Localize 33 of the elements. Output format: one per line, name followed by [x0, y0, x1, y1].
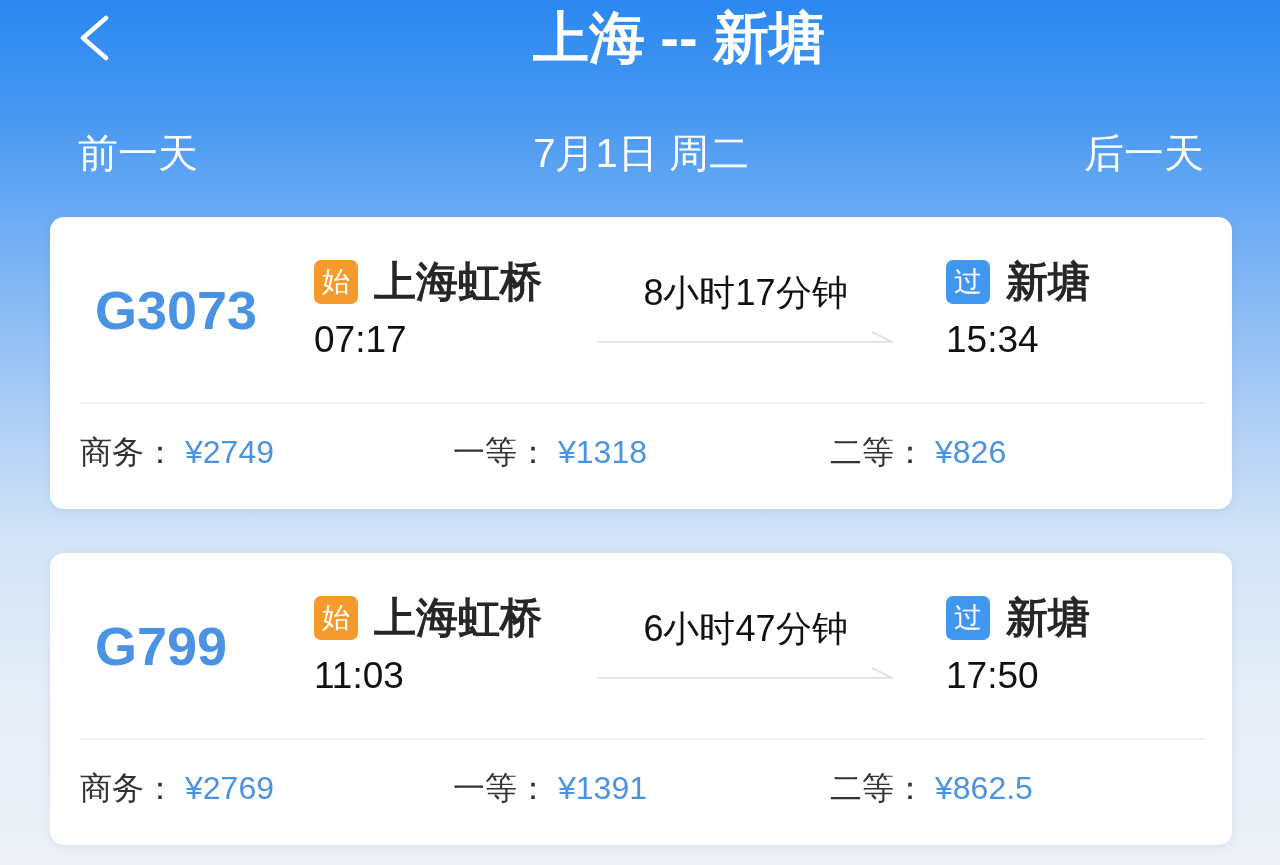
- route-title: 上海 -- 新塘: [532, 6, 826, 70]
- price-text: ¥2769: [185, 769, 274, 808]
- price-text: ¥826: [935, 433, 1007, 472]
- seat-class-label: 商务：: [80, 433, 176, 472]
- duration-text: 6小时47分钟: [643, 609, 848, 649]
- seat-class-label: 一等：: [453, 433, 549, 472]
- origin-badge: 始: [314, 596, 358, 640]
- price-text: ¥2749: [185, 433, 274, 472]
- seat-class-label: 二等：: [830, 433, 926, 472]
- train-card[interactable]: G3073 始 上海虹桥 07:17 8小时17分钟 过 新塘 15:34 商务： ¥2749 一等： ¥1318 二等： ¥826: [50, 217, 1232, 509]
- seat-class-label: 一等：: [453, 769, 549, 808]
- train-number: G799: [95, 615, 229, 676]
- date-label: 7月1日 周二: [533, 130, 749, 177]
- stop-badge: 过: [946, 596, 990, 640]
- seat-class-label: 商务：: [80, 769, 176, 808]
- departure-time: 11:03: [314, 656, 405, 696]
- seat-class-label: 二等：: [830, 769, 926, 808]
- station-name: 新塘: [1006, 594, 1090, 642]
- station-name: 上海虹桥: [374, 258, 542, 306]
- price-text: ¥1391: [558, 769, 647, 808]
- duration-text: 8小时17分钟: [643, 273, 848, 313]
- arrival-time: 15:34: [946, 320, 1040, 360]
- train-number: G3073: [95, 279, 259, 340]
- arrival-time: 17:50: [946, 656, 1040, 696]
- departure-time: 07:17: [314, 320, 408, 360]
- origin-badge: 始: [314, 260, 358, 304]
- station-name: 上海虹桥: [374, 594, 542, 642]
- price-text: ¥1318: [558, 433, 647, 472]
- station-name: 新塘: [1006, 258, 1090, 306]
- train-card[interactable]: G799 始 上海虹桥 11:03 6小时47分钟 过 新塘 17:50 商务： ¥2769 一等： ¥1391 二等： ¥862.5: [50, 553, 1232, 845]
- stop-badge: 过: [946, 260, 990, 304]
- back-icon[interactable]: [78, 15, 110, 61]
- price-text: ¥862.5: [935, 769, 1033, 808]
